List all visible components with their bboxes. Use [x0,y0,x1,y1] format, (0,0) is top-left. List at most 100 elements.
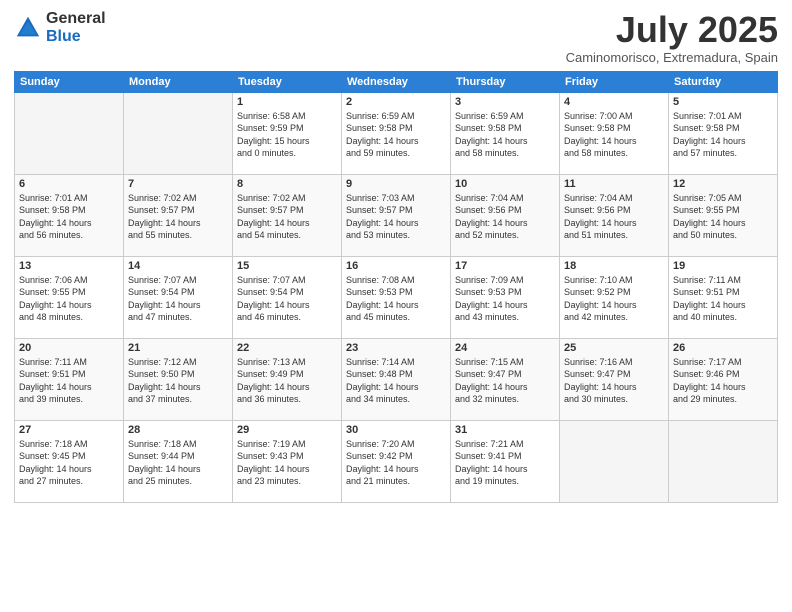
day-info: Sunrise: 7:18 AM Sunset: 9:45 PM Dayligh… [19,438,119,488]
day-info: Sunrise: 6:58 AM Sunset: 9:59 PM Dayligh… [237,110,337,160]
calendar-cell: 28Sunrise: 7:18 AM Sunset: 9:44 PM Dayli… [124,420,233,502]
calendar-cell: 30 Sunrise: 7:20 AM Sunset: 9:42 PM Dayli… [342,420,451,502]
weekday-header-thursday: Thursday [451,71,560,92]
weekday-header-friday: Friday [560,71,669,92]
calendar-cell [15,92,124,174]
calendar: SundayMondayTuesdayWednesdayThursdayFrid… [14,71,778,503]
day-info: Sunrise: 7:06 AM Sunset: 9:55 PM Dayligh… [19,274,119,324]
day-number: 24 [455,342,555,354]
day-info: Sunrise: 7:11 AM Sunset: 9:51 PM Dayligh… [673,274,773,324]
day-info: Sunrise: 7:01 AM Sunset: 9:58 PM Dayligh… [673,110,773,160]
day-info: Sunrise: 7:18 AM Sunset: 9:44 PM Dayligh… [128,438,228,488]
calendar-cell: 11Sunrise: 7:04 AM Sunset: 9:56 PM Dayli… [560,174,669,256]
day-number: 5 [673,96,773,108]
calendar-cell: 26 Sunrise: 7:17 AM Sunset: 9:46 PM Dayli… [669,338,778,420]
day-info: Sunrise: 6:59 AM Sunset: 9:58 PM Dayligh… [455,110,555,160]
day-number: 7 [128,178,228,190]
day-number: 26 [673,342,773,354]
calendar-cell: 21Sunrise: 7:12 AM Sunset: 9:50 PM Dayli… [124,338,233,420]
day-info: Sunrise: 7:13 AM Sunset: 9:49 PM Dayligh… [237,356,337,406]
calendar-cell: 9 Sunrise: 7:03 AM Sunset: 9:57 PM Daylig… [342,174,451,256]
day-number: 18 [564,260,664,272]
page: General Blue July 2025 Caminomorisco, Ex… [0,0,792,612]
calendar-cell: 10Sunrise: 7:04 AM Sunset: 9:56 PM Dayli… [451,174,560,256]
day-info: Sunrise: 7:02 AM Sunset: 9:57 PM Dayligh… [237,192,337,242]
calendar-cell: 13 Sunrise: 7:06 AM Sunset: 9:55 PM Dayli… [15,256,124,338]
calendar-cell: 7Sunrise: 7:02 AM Sunset: 9:57 PM Daylig… [124,174,233,256]
day-info: Sunrise: 7:21 AM Sunset: 9:41 PM Dayligh… [455,438,555,488]
calendar-cell [669,420,778,502]
calendar-cell: 2Sunrise: 6:59 AM Sunset: 9:58 PM Daylig… [342,92,451,174]
logo-general: General [46,10,106,28]
day-info: Sunrise: 7:17 AM Sunset: 9:46 PM Dayligh… [673,356,773,406]
calendar-cell: 24Sunrise: 7:15 AM Sunset: 9:47 PM Dayli… [451,338,560,420]
calendar-cell: 5 Sunrise: 7:01 AM Sunset: 9:58 PM Daylig… [669,92,778,174]
day-number: 23 [346,342,446,354]
weekday-header-sunday: Sunday [15,71,124,92]
day-number: 15 [237,260,337,272]
day-info: Sunrise: 7:00 AM Sunset: 9:58 PM Dayligh… [564,110,664,160]
day-number: 21 [128,342,228,354]
calendar-cell: 15 Sunrise: 7:07 AM Sunset: 9:54 PM Dayli… [233,256,342,338]
location: Caminomorisco, Extremadura, Spain [566,50,778,65]
day-number: 9 [346,178,446,190]
day-number: 20 [19,342,119,354]
day-number: 16 [346,260,446,272]
day-info: Sunrise: 7:03 AM Sunset: 9:57 PM Dayligh… [346,192,446,242]
day-info: Sunrise: 7:04 AM Sunset: 9:56 PM Dayligh… [455,192,555,242]
calendar-cell: 29 Sunrise: 7:19 AM Sunset: 9:43 PM Dayli… [233,420,342,502]
calendar-cell: 17 Sunrise: 7:09 AM Sunset: 9:53 PM Dayli… [451,256,560,338]
day-info: Sunrise: 7:07 AM Sunset: 9:54 PM Dayligh… [237,274,337,324]
day-number: 14 [128,260,228,272]
logo: General Blue [14,10,106,45]
header: General Blue July 2025 Caminomorisco, Ex… [14,10,778,65]
week-row-5: 27 Sunrise: 7:18 AM Sunset: 9:45 PM Dayli… [15,420,778,502]
day-info: Sunrise: 7:08 AM Sunset: 9:53 PM Dayligh… [346,274,446,324]
calendar-cell: 8 Sunrise: 7:02 AM Sunset: 9:57 PM Daylig… [233,174,342,256]
week-row-2: 6 Sunrise: 7:01 AM Sunset: 9:58 PM Daylig… [15,174,778,256]
calendar-cell: 16 Sunrise: 7:08 AM Sunset: 9:53 PM Dayli… [342,256,451,338]
day-number: 13 [19,260,119,272]
day-info: Sunrise: 7:05 AM Sunset: 9:55 PM Dayligh… [673,192,773,242]
calendar-cell [560,420,669,502]
day-number: 22 [237,342,337,354]
calendar-cell: 1 Sunrise: 6:58 AM Sunset: 9:59 PM Daylig… [233,92,342,174]
day-number: 1 [237,96,337,108]
day-info: Sunrise: 6:59 AM Sunset: 9:58 PM Dayligh… [346,110,446,160]
weekday-header-tuesday: Tuesday [233,71,342,92]
weekday-header-wednesday: Wednesday [342,71,451,92]
calendar-cell: 12 Sunrise: 7:05 AM Sunset: 9:55 PM Dayli… [669,174,778,256]
day-info: Sunrise: 7:11 AM Sunset: 9:51 PM Dayligh… [19,356,119,406]
logo-blue-text: Blue [46,28,106,46]
day-number: 6 [19,178,119,190]
calendar-cell [124,92,233,174]
calendar-cell: 18 Sunrise: 7:10 AM Sunset: 9:52 PM Dayli… [560,256,669,338]
day-number: 31 [455,424,555,436]
day-number: 27 [19,424,119,436]
logo-text: General Blue [46,10,106,45]
day-info: Sunrise: 7:10 AM Sunset: 9:52 PM Dayligh… [564,274,664,324]
calendar-cell: 4 Sunrise: 7:00 AM Sunset: 9:58 PM Daylig… [560,92,669,174]
calendar-cell: 22 Sunrise: 7:13 AM Sunset: 9:49 PM Dayli… [233,338,342,420]
day-number: 11 [564,178,664,190]
weekday-header-saturday: Saturday [669,71,778,92]
day-info: Sunrise: 7:20 AM Sunset: 9:42 PM Dayligh… [346,438,446,488]
day-number: 12 [673,178,773,190]
calendar-cell: 27 Sunrise: 7:18 AM Sunset: 9:45 PM Dayli… [15,420,124,502]
week-row-4: 20 Sunrise: 7:11 AM Sunset: 9:51 PM Dayli… [15,338,778,420]
day-number: 30 [346,424,446,436]
title-block: July 2025 Caminomorisco, Extremadura, Sp… [566,10,778,65]
day-info: Sunrise: 7:19 AM Sunset: 9:43 PM Dayligh… [237,438,337,488]
day-number: 3 [455,96,555,108]
day-number: 29 [237,424,337,436]
day-number: 17 [455,260,555,272]
day-info: Sunrise: 7:14 AM Sunset: 9:48 PM Dayligh… [346,356,446,406]
day-info: Sunrise: 7:09 AM Sunset: 9:53 PM Dayligh… [455,274,555,324]
day-info: Sunrise: 7:16 AM Sunset: 9:47 PM Dayligh… [564,356,664,406]
day-number: 8 [237,178,337,190]
weekday-header-row: SundayMondayTuesdayWednesdayThursdayFrid… [15,71,778,92]
day-info: Sunrise: 7:01 AM Sunset: 9:58 PM Dayligh… [19,192,119,242]
calendar-cell: 6 Sunrise: 7:01 AM Sunset: 9:58 PM Daylig… [15,174,124,256]
calendar-cell: 25Sunrise: 7:16 AM Sunset: 9:47 PM Dayli… [560,338,669,420]
day-number: 4 [564,96,664,108]
